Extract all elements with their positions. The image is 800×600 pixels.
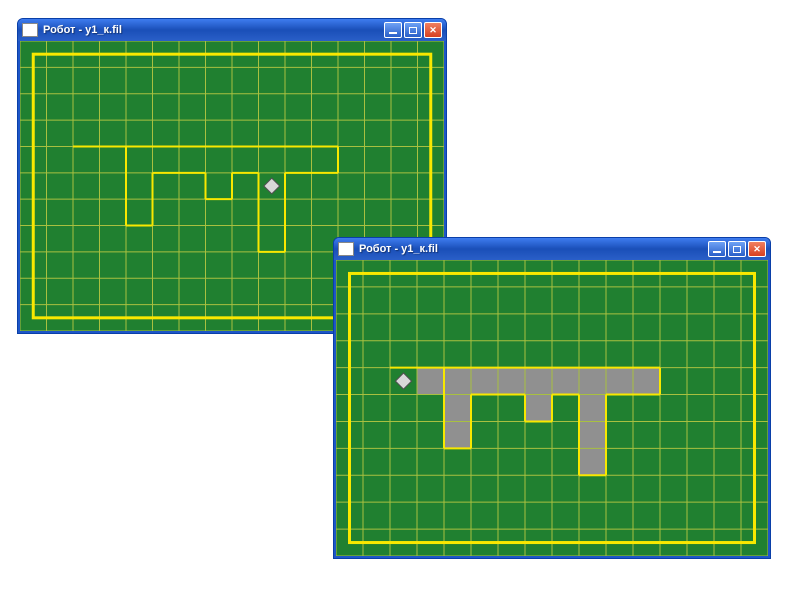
app-window: Робот - y1_к.fil <box>333 237 771 559</box>
painted-cell <box>444 421 471 448</box>
painted-cell <box>417 368 444 395</box>
painted-cell <box>579 395 606 422</box>
painted-cell <box>444 368 471 395</box>
minimize-button[interactable] <box>708 241 726 257</box>
maximize-button[interactable] <box>404 22 422 38</box>
titlebar[interactable]: Робот - y1_к.fil <box>18 19 446 41</box>
painted-cell <box>579 368 606 395</box>
window-title: Робот - y1_к.fil <box>43 24 384 36</box>
painted-cell <box>471 368 498 395</box>
painted-cell <box>579 448 606 475</box>
painted-cell <box>498 368 525 395</box>
close-button[interactable] <box>748 241 766 257</box>
painted-cell <box>444 395 471 422</box>
window-buttons <box>384 22 442 38</box>
painted-cell <box>579 421 606 448</box>
close-button[interactable] <box>424 22 442 38</box>
maximize-button[interactable] <box>728 241 746 257</box>
painted-cell <box>525 395 552 422</box>
window-title: Робот - y1_к.fil <box>359 243 708 255</box>
painted-cell <box>525 368 552 395</box>
painted-cell <box>552 368 579 395</box>
painted-cell <box>633 368 660 395</box>
window-buttons <box>708 241 766 257</box>
app-icon <box>338 242 354 256</box>
minimize-button[interactable] <box>384 22 402 38</box>
painted-cell <box>606 368 633 395</box>
field[interactable] <box>334 260 770 558</box>
titlebar[interactable]: Робот - y1_к.fil <box>334 238 770 260</box>
app-icon <box>22 23 38 37</box>
